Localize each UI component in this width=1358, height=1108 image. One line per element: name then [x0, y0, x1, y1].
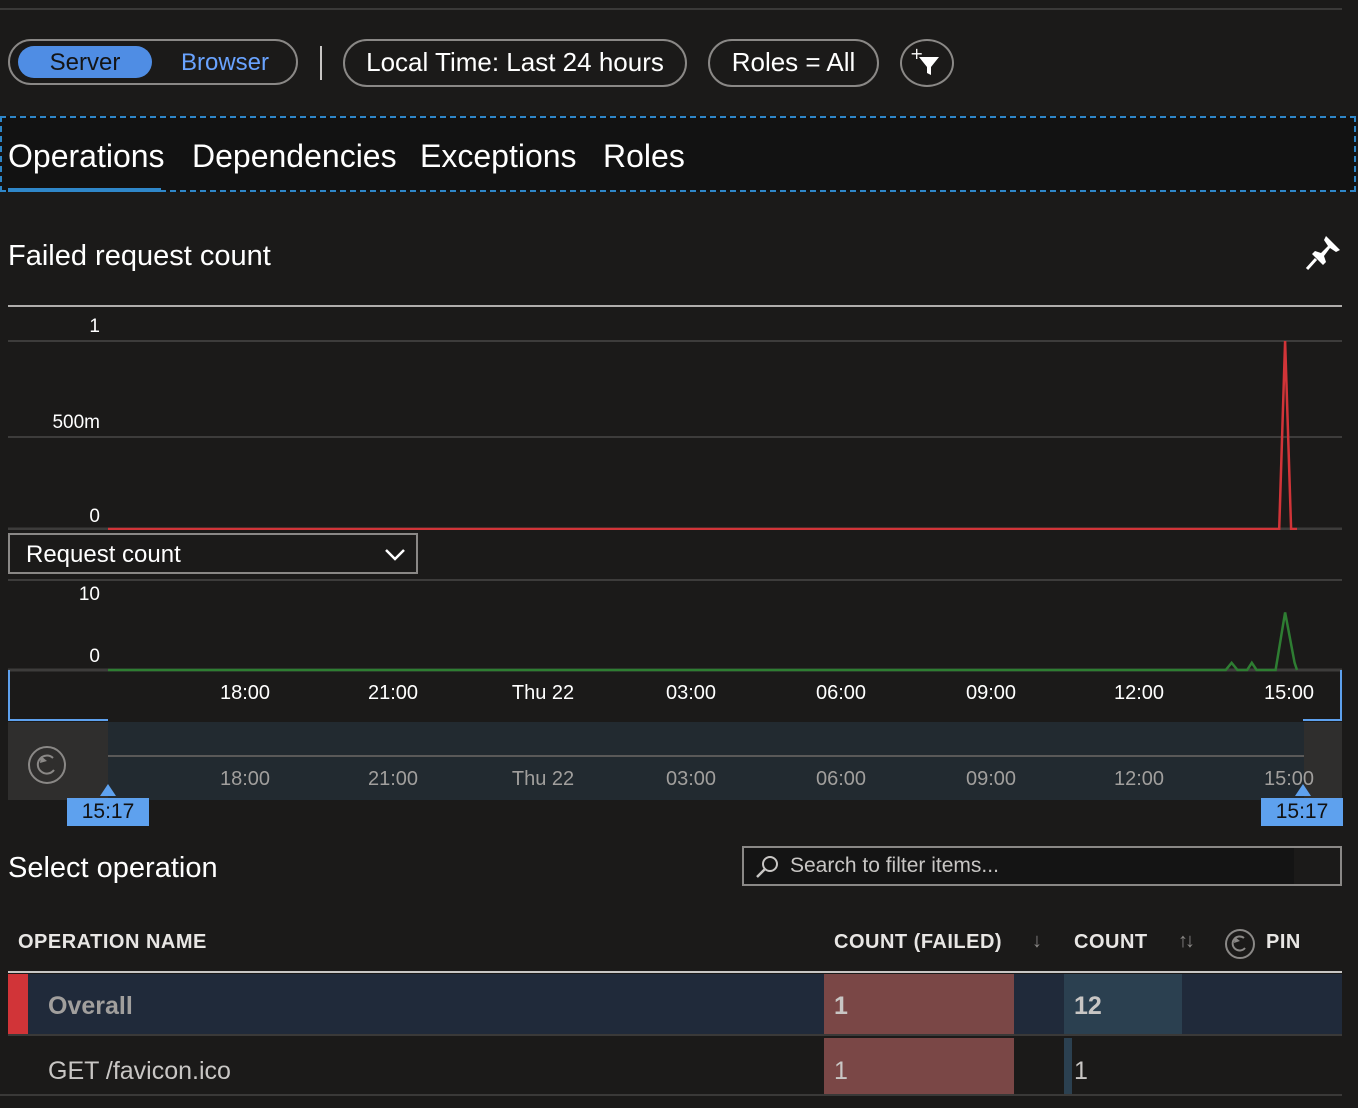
operations-title: Select operation — [8, 852, 218, 884]
row-divider — [8, 1034, 1342, 1036]
server-toggle-option[interactable]: Server — [18, 46, 152, 78]
time-range-filter-button[interactable]: Local Time: Last 24 hours — [343, 39, 687, 87]
count-value: 12 — [1074, 992, 1102, 1020]
search-icon — [756, 856, 778, 878]
x-tick-label: 09:00 — [966, 768, 1016, 790]
pin-chart-button[interactable] — [1304, 232, 1344, 272]
tab-roles[interactable]: Roles — [603, 138, 685, 175]
count-bar — [1064, 1038, 1072, 1094]
failed-chart-title: Failed request count — [8, 240, 271, 272]
x-tick-label: 18:00 — [220, 682, 270, 704]
sort-descending-icon[interactable]: ↓ — [1032, 930, 1042, 953]
range-start-handle[interactable] — [100, 784, 116, 796]
tab-dependencies[interactable]: Dependencies — [192, 138, 397, 175]
x-tick-label: 12:00 — [1114, 682, 1164, 704]
y-tick-label: 10 — [79, 584, 100, 605]
column-header-count-failed[interactable]: COUNT (FAILED) — [834, 931, 1002, 954]
x-tick-label: 21:00 — [368, 768, 418, 790]
pin-icon — [1305, 236, 1340, 271]
y-tick-label: 0 — [89, 646, 100, 667]
add-filter-icon: + — [910, 44, 939, 75]
count-value: 1 — [1074, 1057, 1088, 1085]
metric-select-value: Request count — [26, 541, 181, 568]
table-header-divider — [8, 971, 1342, 973]
column-header-pin: PIN — [1266, 931, 1301, 953]
add-filter-button[interactable]: + — [900, 39, 954, 87]
search-field-end — [1294, 848, 1340, 884]
x-tick-label: 15:00 — [1264, 768, 1314, 790]
range-bracket-left — [8, 670, 108, 721]
svg-text:+: + — [910, 44, 923, 63]
failed-request-chart: 1 500m 0 — [8, 316, 1342, 530]
metric-select-dropdown[interactable]: Request count — [8, 533, 418, 574]
browser-toggle-option[interactable]: Browser — [160, 46, 290, 78]
top-divider — [0, 8, 1342, 10]
reset-pins-button[interactable] — [1224, 928, 1256, 960]
tab-operations[interactable]: Operations — [8, 138, 165, 175]
y-tick-label: 500m — [52, 412, 100, 433]
x-tick-label: Thu 22 — [512, 682, 574, 704]
roles-filter-button[interactable]: Roles = All — [708, 39, 879, 87]
row-divider — [0, 1094, 1342, 1096]
y-tick-label: 0 — [89, 506, 100, 527]
request-count-series-line — [108, 612, 1299, 672]
request-count-chart: 10 0 — [8, 579, 1342, 672]
x-tick-label: 06:00 — [816, 768, 866, 790]
x-tick-label: 03:00 — [666, 682, 716, 704]
operation-name: GET /favicon.ico — [48, 1057, 231, 1085]
x-tick-label: 06:00 — [816, 682, 866, 704]
column-header-operation-name[interactable]: OPERATION NAME — [18, 931, 207, 954]
x-tick-label: 15:00 — [1264, 682, 1314, 704]
reset-icon — [1225, 929, 1255, 959]
time-axis: 18:00 21:00 Thu 22 03:00 06:00 09:00 12:00 15:0… — [8, 670, 1342, 721]
x-tick-label: 09:00 — [966, 682, 1016, 704]
count-failed-bar — [824, 974, 1014, 1034]
x-tick-label: 12:00 — [1114, 768, 1164, 790]
selected-row-marker — [8, 974, 28, 1034]
column-header-count[interactable]: COUNT — [1074, 931, 1148, 954]
search-field[interactable]: Search to filter items... — [742, 846, 1342, 886]
sort-toggle-icon[interactable]: ↑↓ — [1178, 930, 1195, 953]
toolbar-separator — [320, 46, 322, 80]
range-end-label: 15:17 — [1261, 798, 1343, 826]
active-tab-indicator — [8, 188, 161, 192]
x-tick-label: Thu 22 — [512, 768, 574, 790]
chevron-down-icon — [385, 549, 405, 561]
count-failed-bar — [824, 1038, 1014, 1094]
count-failed-value: 1 — [834, 1057, 848, 1085]
failed-request-series-line — [108, 340, 1297, 530]
x-tick-label: 03:00 — [666, 768, 716, 790]
tab-exceptions[interactable]: Exceptions — [420, 138, 577, 175]
x-tick-label: 18:00 — [220, 768, 270, 790]
chart-header-divider — [8, 305, 1342, 307]
range-start-label: 15:17 — [67, 798, 149, 826]
count-failed-value: 1 — [834, 992, 848, 1020]
x-tick-label: 21:00 — [368, 682, 418, 704]
operation-name: Overall — [48, 992, 133, 1020]
server-browser-toggle[interactable]: Server Browser — [8, 39, 298, 85]
y-tick-label: 1 — [89, 316, 100, 337]
navigator-axis: 18:00 21:00 Thu 22 03:00 06:00 09:00 12:00 15:0… — [100, 755, 1314, 796]
search-placeholder: Search to filter items... — [790, 854, 999, 877]
